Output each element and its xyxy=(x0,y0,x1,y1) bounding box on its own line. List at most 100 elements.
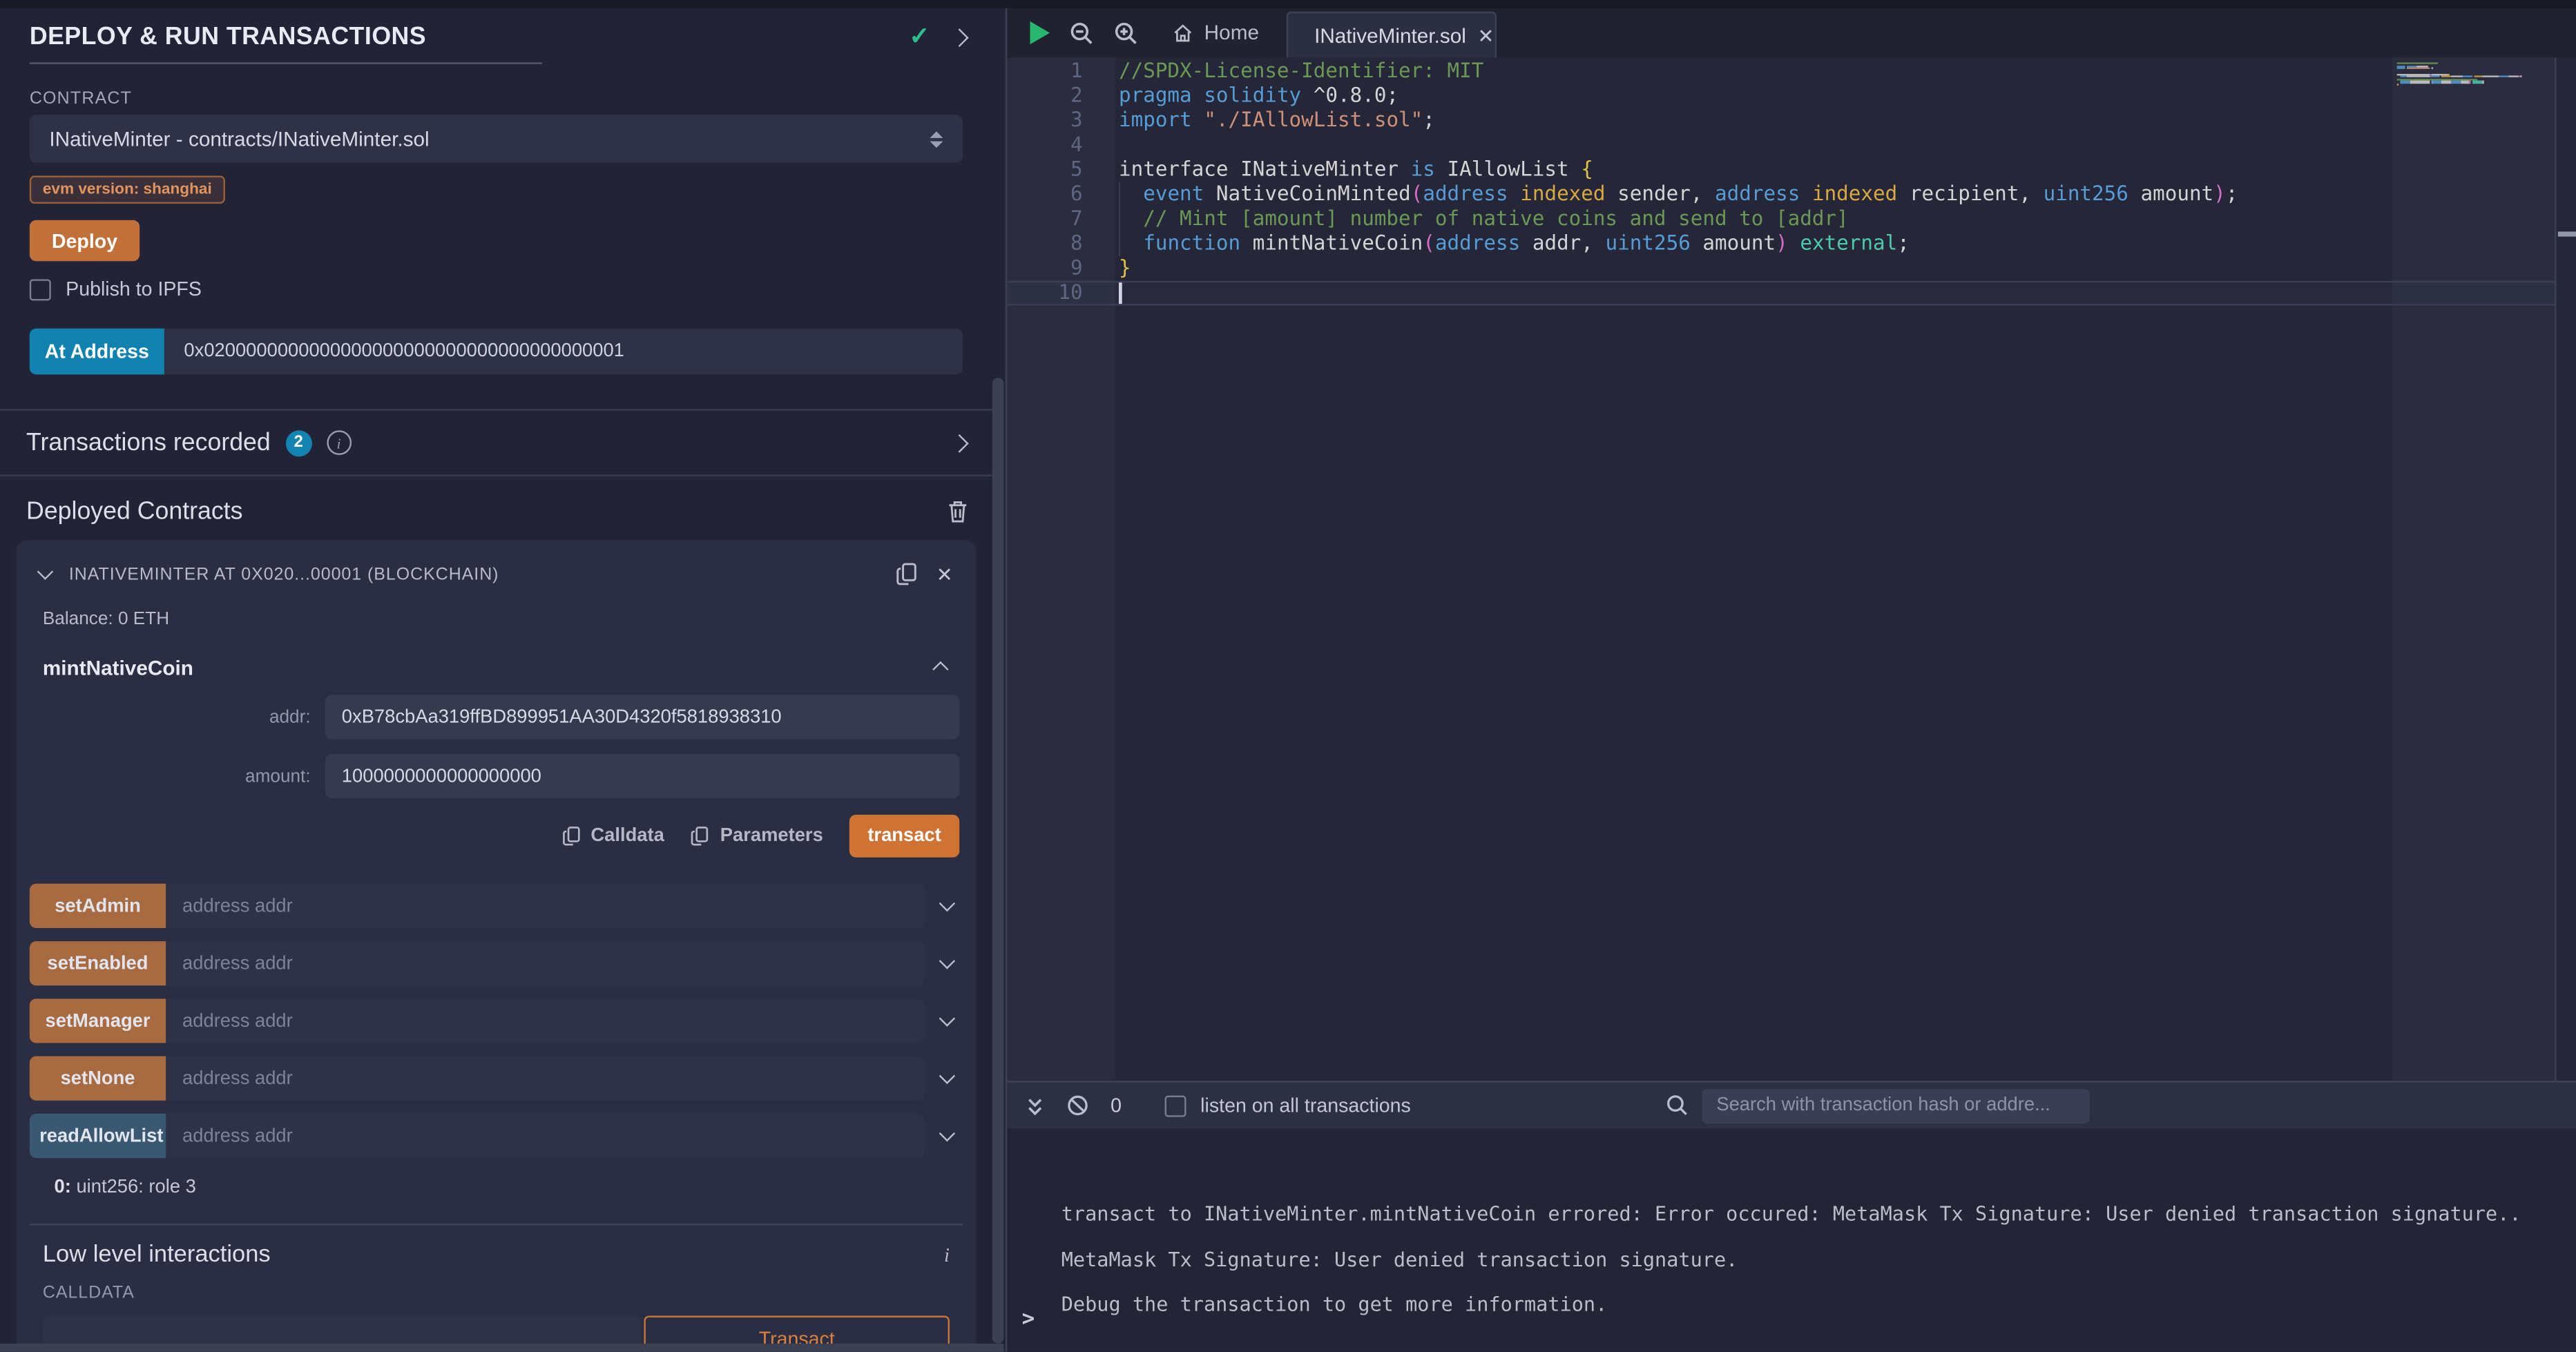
expand-function-icon[interactable] xyxy=(939,896,956,912)
code-line: 9} xyxy=(1007,256,2576,281)
tab-home-label: Home xyxy=(1204,21,1259,44)
clear-console-icon[interactable] xyxy=(1066,1094,1089,1117)
tab-home[interactable]: Home xyxy=(1171,21,1259,44)
readAllowList-button[interactable]: readAllowList xyxy=(30,1114,166,1158)
close-icon[interactable]: ✕ xyxy=(936,564,953,584)
code-area[interactable]: 1//SPDX-License-Identifier: MIT2pragma s… xyxy=(1007,58,2576,305)
deploy-run-panel: DEPLOY & RUN TRANSACTIONS ✓ CONTRACT INa… xyxy=(0,0,992,1352)
terminal-log-line: MetaMask Tx Signature: User denied trans… xyxy=(1061,1237,2576,1282)
publish-ipfs-checkbox[interactable] xyxy=(30,278,51,300)
param-input-amount[interactable] xyxy=(325,754,959,798)
expand-function-icon[interactable] xyxy=(939,1010,956,1027)
zoom-in-icon[interactable] xyxy=(1114,21,1139,46)
low-level-title: Low level interactions xyxy=(43,1242,944,1268)
contract-select[interactable]: INativeMinter - contracts/INativeMinter.… xyxy=(30,115,963,163)
function-row-readAllowList: readAllowListaddress addr xyxy=(30,1114,963,1158)
collapse-terminal-icon[interactable] xyxy=(1023,1093,1046,1118)
terminal-log-line: Debug the transaction to get more inform… xyxy=(1061,1283,2576,1328)
function-name: mintNativeCoin xyxy=(43,657,935,680)
function-row-setManager: setManageraddress addr xyxy=(30,998,963,1043)
setNone-input[interactable]: address addr xyxy=(166,1056,925,1101)
at-address-row: At Address xyxy=(30,329,963,375)
setNone-button[interactable]: setNone xyxy=(30,1056,166,1101)
function-row-setNone: setNoneaddress addr xyxy=(30,1056,963,1101)
info-icon: i xyxy=(327,430,352,455)
setEnabled-button[interactable]: setEnabled xyxy=(30,941,166,985)
readAllowList-input[interactable]: address addr xyxy=(166,1114,925,1158)
setAdmin-input[interactable]: address addr xyxy=(166,884,925,928)
chevron-up-icon[interactable] xyxy=(932,660,949,677)
search-icon xyxy=(1666,1094,1689,1117)
low-level-header: Low level interactions i xyxy=(43,1242,950,1268)
tab-inativeminter[interactable]: INativeMinter.sol ✕ xyxy=(1287,12,1497,58)
setManager-input[interactable]: address addr xyxy=(166,998,925,1043)
trash-icon[interactable] xyxy=(946,499,969,524)
expand-transactions-icon[interactable] xyxy=(950,434,969,452)
title-underline xyxy=(30,62,542,64)
contract-label: CONTRACT xyxy=(30,88,963,108)
listen-checkbox[interactable] xyxy=(1164,1094,1186,1116)
expand-function-icon[interactable] xyxy=(939,1126,956,1142)
code-line: 1//SPDX-License-Identifier: MIT xyxy=(1007,58,2576,83)
top-strip xyxy=(0,0,2576,8)
deploy-button[interactable]: Deploy xyxy=(30,220,140,261)
compile-success-check-icon: ✓ xyxy=(909,25,930,50)
setEnabled-input[interactable]: address addr xyxy=(166,941,925,985)
expand-function-icon[interactable] xyxy=(939,953,956,969)
setAdmin-button[interactable]: setAdmin xyxy=(30,884,166,928)
collapse-panel-icon[interactable] xyxy=(950,28,969,46)
code-line: 3import "./IAllowList.sol"; xyxy=(1007,108,2576,133)
copy-parameters-button[interactable]: Parameters xyxy=(691,824,823,847)
divider xyxy=(30,1224,963,1225)
editor-tab-bar: Home INativeMinter.sol ✕ xyxy=(1007,8,2576,57)
panel-scrollbar[interactable] xyxy=(992,378,1004,1344)
transactions-recorded-label: Transactions recorded xyxy=(26,429,271,456)
function-row-setEnabled: setEnabledaddress addr xyxy=(30,941,963,985)
transact-button[interactable]: transact xyxy=(849,815,959,858)
terminal-panel: 0 listen on all transactions transact to… xyxy=(1007,1081,2576,1352)
terminal-output[interactable]: transact to INativeMinter.mintNativeCoin… xyxy=(1007,1128,2576,1352)
code-line: 8 function mintNativeCoin(address addr, … xyxy=(1007,231,2576,256)
code-line: 2pragma solidity ^0.8.0; xyxy=(1007,83,2576,108)
copy-calldata-button[interactable]: Calldata xyxy=(561,824,664,847)
function-row-setAdmin: setAdminaddress addr xyxy=(30,884,963,928)
chevron-down-icon[interactable] xyxy=(37,563,54,580)
zoom-out-icon[interactable] xyxy=(1070,21,1095,46)
param-label: amount: xyxy=(17,766,325,786)
remix-ide: DEPLOY & RUN TRANSACTIONS ✓ CONTRACT INa… xyxy=(0,0,2576,1352)
run-script-icon[interactable] xyxy=(1030,21,1050,44)
deployed-contracts-label: Deployed Contracts xyxy=(26,498,946,525)
terminal-log-lines: transact to INativeMinter.mintNativeCoin… xyxy=(1061,1192,2576,1328)
pending-tx-count: 0 xyxy=(1111,1094,1122,1117)
calldata-label: CALLDATA xyxy=(43,1283,950,1303)
panel-divider[interactable] xyxy=(1006,0,1007,1352)
terminal-search-input[interactable] xyxy=(1702,1088,2089,1123)
transactions-recorded-section[interactable]: Transactions recorded 2 i xyxy=(0,409,992,476)
balance-label: Balance: 0 ETH xyxy=(17,597,976,630)
code-editor: Home INativeMinter.sol ✕ 1//SPDX-License… xyxy=(1007,0,2576,1081)
transactions-count-badge: 2 xyxy=(285,429,311,456)
evm-version-badge: evm version: shanghai xyxy=(30,176,225,204)
deployed-contracts-header: Deployed Contracts xyxy=(0,476,992,541)
code-line: 4 xyxy=(1007,133,2576,157)
copy-icon xyxy=(561,824,581,847)
transact-action-row: Calldata Parameters transact xyxy=(17,815,959,858)
expand-function-icon[interactable] xyxy=(939,1068,956,1085)
expanded-function-header[interactable]: mintNativeCoin xyxy=(17,629,976,680)
param-input-addr[interactable] xyxy=(325,695,959,739)
at-address-input[interactable] xyxy=(164,329,963,375)
panel-horizontal-scrollbar[interactable] xyxy=(0,1344,1003,1352)
param-row-amount: amount: xyxy=(17,754,976,798)
code-line: 5interface INativeMinter is IAllowList { xyxy=(1007,157,2576,182)
contract-card-header[interactable]: INATIVEMINTER AT 0X020...00001 (BLOCKCHA… xyxy=(17,541,976,597)
setManager-button[interactable]: setManager xyxy=(30,998,166,1043)
select-arrows-icon xyxy=(930,131,943,147)
close-tab-icon[interactable]: ✕ xyxy=(1478,26,1494,46)
terminal-prompt[interactable]: > xyxy=(1022,1308,1035,1333)
copy-address-icon[interactable] xyxy=(895,562,918,587)
code-line: 10 xyxy=(1007,281,2576,306)
param-row-addr: addr: xyxy=(17,695,976,739)
at-address-button[interactable]: At Address xyxy=(30,329,164,375)
panel-title: DEPLOY & RUN TRANSACTIONS xyxy=(30,23,886,50)
contract-card-title: INATIVEMINTER AT 0X020...00001 (BLOCKCHA… xyxy=(69,564,877,584)
